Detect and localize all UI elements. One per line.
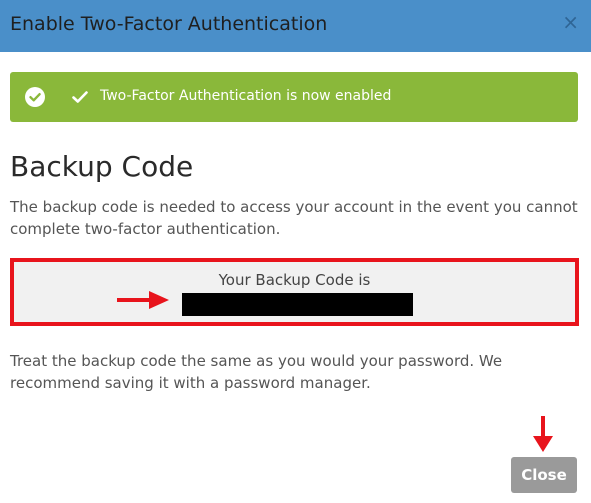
two-factor-dialog: Enable Two-Factor Authentication × Two-F…	[0, 0, 591, 503]
arrow-right-icon	[117, 291, 169, 309]
close-button[interactable]: Close	[511, 457, 577, 493]
dialog-title: Enable Two-Factor Authentication	[10, 13, 328, 35]
check-circle-icon	[25, 87, 45, 107]
alert-message: Two-Factor Authentication is now enabled	[100, 88, 392, 104]
redacted-backup-code	[182, 293, 413, 316]
backup-description: The backup code is needed to access your…	[10, 198, 578, 238]
arrow-down-icon	[533, 416, 553, 452]
backup-note: Treat the backup code the same as you wo…	[10, 352, 503, 392]
backup-code-box: Your Backup Code is	[10, 258, 579, 326]
check-icon	[72, 91, 88, 103]
section-title: Backup Code	[10, 150, 194, 183]
close-icon[interactable]: ×	[562, 12, 579, 32]
dialog-header: Enable Two-Factor Authentication ×	[0, 0, 591, 52]
success-alert: Two-Factor Authentication is now enabled	[10, 72, 578, 122]
backup-code-label: Your Backup Code is	[218, 271, 371, 289]
